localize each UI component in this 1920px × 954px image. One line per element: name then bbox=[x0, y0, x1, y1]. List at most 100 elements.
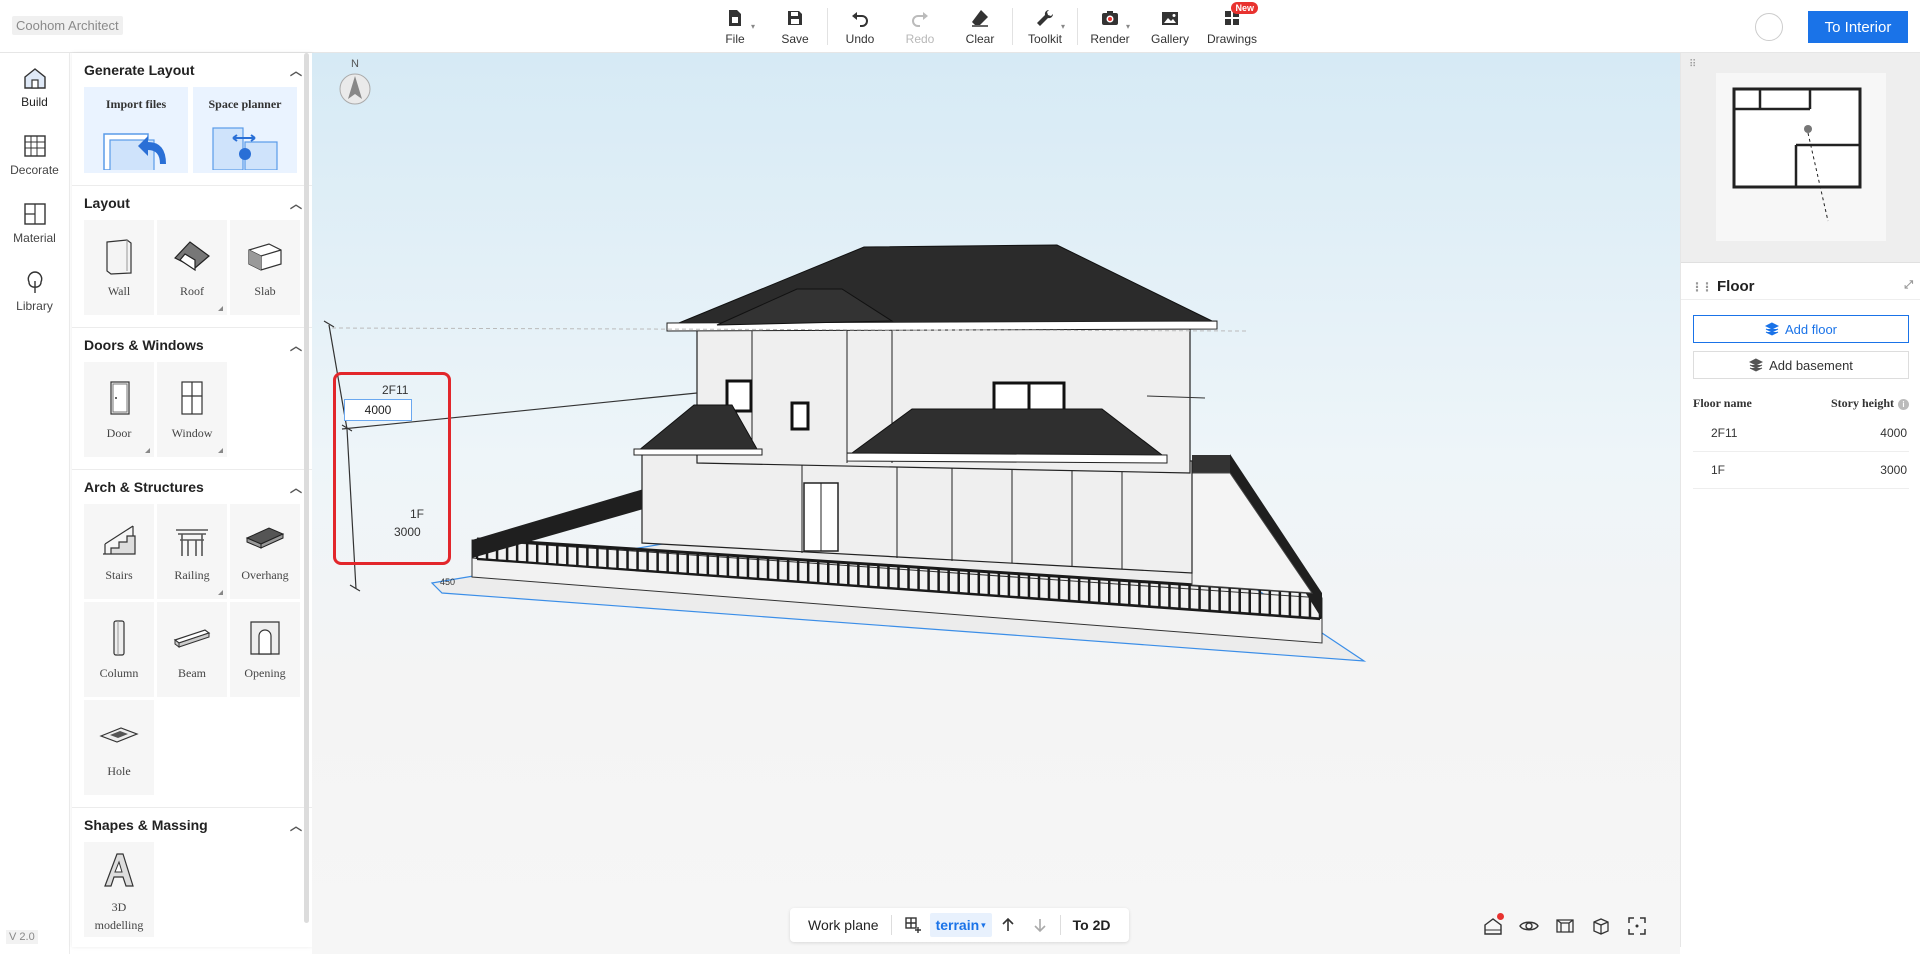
chevron-down-icon: ▾ bbox=[1060, 22, 1065, 31]
section-arch-structures: Arch & Structures ︿ Stairs Railing Overha… bbox=[72, 470, 312, 808]
3d-viewport[interactable]: N 2F11 1F 3000 450 Work plane terrain▾ T… bbox=[312, 53, 1680, 954]
hole-tool[interactable]: Hole bbox=[84, 700, 154, 795]
section-header[interactable]: Arch & Structures ︿ bbox=[84, 470, 302, 504]
add-floor-button[interactable]: Add floor bbox=[1693, 315, 1909, 343]
tree-icon bbox=[27, 271, 42, 293]
opening-tool[interactable]: Opening bbox=[230, 602, 300, 697]
overhang-tool[interactable]: Overhang bbox=[230, 504, 300, 599]
camera-icon bbox=[1102, 10, 1118, 25]
chevron-down-icon: ▾ bbox=[981, 919, 986, 930]
level-down-button[interactable] bbox=[1024, 908, 1056, 942]
floor-panel-title: Floor bbox=[1717, 278, 1755, 295]
to-2d-button[interactable]: To 2D bbox=[1065, 908, 1119, 942]
minimap[interactable]: ⠿ bbox=[1681, 53, 1920, 263]
table-row[interactable]: 2F11 4000 bbox=[1693, 415, 1909, 452]
undo-button[interactable]: Undo bbox=[830, 0, 890, 53]
3d-modelling-icon bbox=[104, 853, 134, 887]
door-icon bbox=[110, 381, 130, 415]
section-header[interactable]: Generate Layout ︿ bbox=[84, 53, 302, 87]
wrench-icon bbox=[1037, 9, 1054, 26]
space-planner-card[interactable]: Space planner bbox=[193, 87, 297, 173]
perspective-view-button[interactable] bbox=[1554, 915, 1576, 937]
section-shapes-massing: Shapes & Massing ︿ 3D modelling bbox=[72, 808, 312, 947]
layers-icon bbox=[1749, 358, 1764, 372]
rail-item-material[interactable]: Material bbox=[0, 189, 69, 257]
railing-tool[interactable]: Railing bbox=[157, 504, 227, 599]
level-up-button[interactable] bbox=[992, 908, 1024, 942]
slab-icon bbox=[248, 243, 282, 271]
clear-button[interactable]: Clear bbox=[950, 0, 1010, 53]
beam-tool[interactable]: Beam bbox=[157, 602, 227, 697]
compass[interactable]: N bbox=[338, 58, 372, 118]
toolkit-button[interactable]: Toolkit ▾ bbox=[1015, 0, 1075, 53]
rail-item-library[interactable]: Library bbox=[0, 257, 69, 325]
section-header[interactable]: Shapes & Massing ︿ bbox=[84, 808, 302, 842]
fullscreen-button[interactable] bbox=[1626, 915, 1648, 937]
rail-item-build[interactable]: Build bbox=[0, 53, 69, 121]
decorate-icon bbox=[23, 135, 46, 157]
redo-button[interactable]: Redo bbox=[890, 0, 950, 53]
cube-icon bbox=[1593, 918, 1609, 935]
fullscreen-icon bbox=[1628, 917, 1646, 935]
upper-floor-label: 2F11 bbox=[382, 383, 409, 397]
to-interior-button[interactable]: To Interior bbox=[1808, 11, 1908, 43]
house-icon bbox=[23, 68, 46, 89]
rail-item-decorate[interactable]: Decorate bbox=[0, 121, 69, 189]
perspective-icon bbox=[1556, 919, 1574, 933]
column-tool[interactable]: Column bbox=[84, 602, 154, 697]
cube-view-button[interactable] bbox=[1590, 915, 1612, 937]
column-icon bbox=[113, 620, 125, 656]
door-tool[interactable]: Door bbox=[84, 362, 154, 457]
avatar[interactable] bbox=[1755, 13, 1783, 41]
build-panel: Generate Layout ︿ Import files Space plan… bbox=[72, 53, 312, 947]
stairs-tool[interactable]: Stairs bbox=[84, 504, 154, 599]
space-planner-icon bbox=[212, 127, 278, 170]
info-icon[interactable]: i bbox=[1898, 398, 1909, 410]
gallery-button[interactable]: Gallery bbox=[1140, 0, 1200, 53]
grid-add-icon bbox=[904, 917, 921, 933]
chevron-up-icon: ︿ bbox=[289, 480, 302, 495]
main-toolbar: File ▾ Save Undo Redo Clear Toolkit ▾ Rend… bbox=[705, 0, 1264, 53]
house-3d-model bbox=[323, 244, 1367, 662]
chevron-down-icon: ▾ bbox=[750, 22, 755, 31]
work-plane-bar: Work plane terrain ▾ To 2D bbox=[790, 908, 1129, 942]
compass-icon bbox=[339, 73, 371, 105]
wall-tool[interactable]: Wall bbox=[84, 220, 154, 315]
expand-icon[interactable]: ⤢ bbox=[1904, 279, 1913, 292]
table-row[interactable]: 1F 3000 bbox=[1693, 452, 1909, 489]
chevron-up-icon: ︿ bbox=[289, 63, 302, 78]
drag-handle-icon[interactable]: ⠿ bbox=[1689, 59, 1696, 70]
section-header[interactable]: Layout ︿ bbox=[84, 186, 302, 220]
drawings-button[interactable]: Drawings New bbox=[1200, 0, 1264, 53]
import-files-card[interactable]: Import files bbox=[84, 87, 188, 173]
3d-modelling-tool[interactable]: 3D modelling bbox=[84, 842, 154, 937]
undo-icon bbox=[852, 11, 868, 27]
slab-tool[interactable]: Slab bbox=[230, 220, 300, 315]
add-plane-button[interactable] bbox=[896, 908, 930, 942]
floor-height-input[interactable] bbox=[344, 399, 412, 421]
terrain-select[interactable]: terrain ▾ bbox=[929, 913, 992, 937]
drag-handle-icon[interactable]: ⋮⋮ bbox=[1691, 280, 1713, 294]
minimap-floorplan bbox=[1732, 87, 1862, 222]
stairs-icon bbox=[103, 525, 136, 555]
arrow-down-icon bbox=[1034, 919, 1046, 933]
panel-scrollbar[interactable] bbox=[304, 53, 309, 923]
chevron-up-icon: ︿ bbox=[289, 338, 302, 353]
eye-icon bbox=[1519, 921, 1539, 931]
section-generate-layout: Generate Layout ︿ Import files Space plan… bbox=[72, 53, 312, 186]
exterior-view-button[interactable] bbox=[1482, 913, 1504, 937]
section-header[interactable]: Doors & Windows ︿ bbox=[84, 328, 302, 362]
window-tool[interactable]: Window bbox=[157, 362, 227, 457]
arrow-up-icon bbox=[1002, 917, 1014, 931]
visibility-button[interactable] bbox=[1518, 915, 1540, 937]
render-button[interactable]: Render ▾ bbox=[1080, 0, 1140, 53]
gallery-icon bbox=[1162, 11, 1178, 25]
save-icon bbox=[788, 10, 802, 25]
app-brand: Coohom Architect bbox=[12, 16, 123, 35]
save-button[interactable]: Save bbox=[765, 0, 825, 53]
add-basement-button[interactable]: Add basement bbox=[1693, 351, 1909, 379]
beam-icon bbox=[173, 629, 211, 648]
roof-tool[interactable]: Roof bbox=[157, 220, 227, 315]
file-button[interactable]: File ▾ bbox=[705, 0, 765, 53]
overhang-icon bbox=[245, 527, 285, 549]
